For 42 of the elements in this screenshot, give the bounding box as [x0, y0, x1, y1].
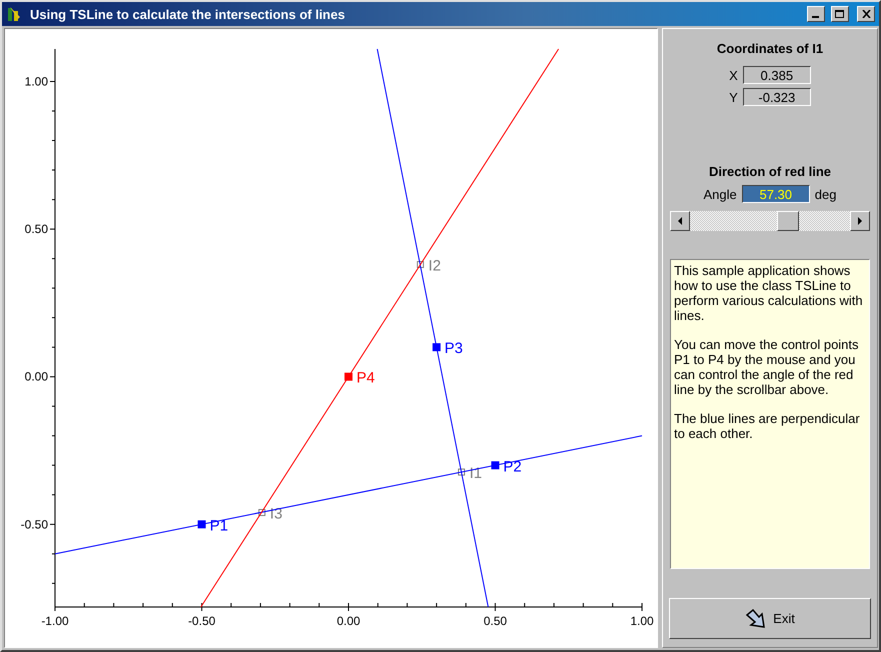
y-tick-label: 1.00 [24, 74, 48, 88]
x-tick-label: 1.00 [630, 614, 654, 628]
left-triangle-icon [678, 217, 682, 225]
info-paragraph: The blue lines are perpendicular to each other. [674, 411, 861, 441]
x-tick-label: 0.00 [336, 614, 360, 628]
point-label: P2 [503, 458, 522, 476]
maximize-icon [835, 10, 845, 18]
maximize-button[interactable] [831, 6, 849, 22]
exit-button[interactable]: Exit [669, 598, 871, 639]
section-heading: Coordinates of I1 [716, 41, 824, 56]
field-label: Angle [704, 186, 737, 202]
intersection-marker [416, 261, 424, 268]
close-icon [862, 10, 870, 18]
right-triangle-icon [858, 217, 862, 225]
readout-field: -0.323 [742, 88, 811, 106]
scroll-right-button[interactable] [850, 211, 870, 231]
x-tick-label: -1.00 [41, 614, 69, 628]
x-tick-label: 0.50 [484, 614, 507, 628]
info-paragraph: You can move the control points P1 to P4 by the mouse and you can control the angle of the red line by the scrollbar above. [674, 337, 860, 397]
readout-field: 0.385 [742, 66, 811, 84]
x-tick-label: -0.50 [188, 614, 216, 628]
point-label: P3 [444, 340, 463, 358]
intersection-marker [258, 509, 266, 516]
unit-label: deg [814, 186, 836, 202]
info-paragraph: This sample application shows how to use the class TSLine to perform various calculations with lines. [674, 263, 864, 323]
field-label: X [729, 68, 738, 82]
minimize-button[interactable] [807, 6, 825, 22]
y-tick-label: 0.00 [24, 370, 48, 384]
exit-arrow-icon [745, 608, 768, 628]
point-label: P4 [356, 370, 375, 387]
close-button[interactable] [857, 6, 875, 22]
point-label: P1 [210, 517, 228, 534]
scroll-left-button[interactable] [670, 211, 690, 231]
window-title: Using TSLine to calculate the intersections of lines [30, 6, 346, 22]
section-heading: Direction of red line [708, 164, 832, 179]
y-tick-label: 0.50 [24, 222, 48, 236]
y-tick-label: -0.50 [20, 517, 48, 532]
field-label: Y [729, 90, 738, 104]
angle-field[interactable]: 57.30 [742, 185, 810, 203]
intersection-marker [458, 468, 465, 476]
scrollbar-thumb[interactable] [776, 211, 799, 231]
point-label: I2 [428, 258, 441, 275]
